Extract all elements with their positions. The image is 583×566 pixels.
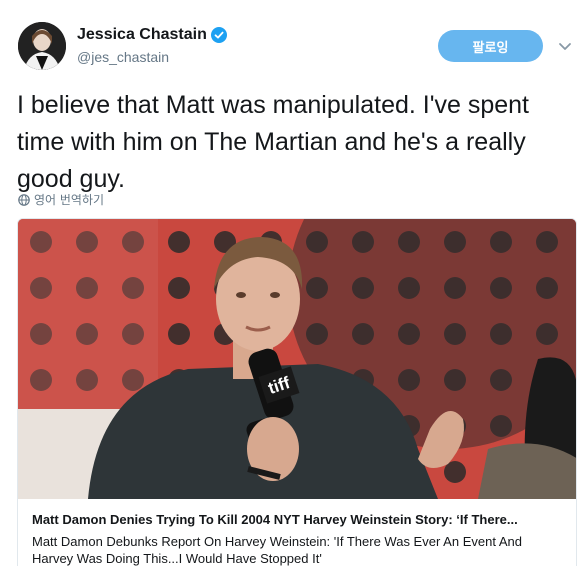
card-body[interactable]: Matt Damon Denies Trying To Kill 2004 NY… xyxy=(18,499,576,566)
avatar[interactable] xyxy=(18,22,66,70)
globe-icon xyxy=(18,193,30,206)
display-name[interactable]: Jessica Chastain xyxy=(77,24,207,46)
user-handle[interactable]: @jes_chastain xyxy=(77,49,169,65)
translate-tweet-link[interactable]: 영어 번역하기 xyxy=(18,191,104,208)
card-title[interactable]: Matt Damon Denies Trying To Kill 2004 NY… xyxy=(32,511,564,529)
following-button[interactable]: 팔로잉 xyxy=(438,30,543,62)
verified-badge-icon xyxy=(210,27,227,43)
author-name-row[interactable]: Jessica Chastain xyxy=(77,24,227,46)
card-image: tiff xyxy=(18,219,576,499)
card-description: Matt Damon Debunks Report On Harvey Wein… xyxy=(32,534,522,566)
tweet-text: I believe that Matt was manipulated. I'v… xyxy=(17,91,529,193)
translate-label: 영어 번역하기 xyxy=(34,193,105,207)
chevron-down-icon[interactable] xyxy=(557,40,573,54)
link-card[interactable]: tiff Matt Damon Denies Trying To Kill 20… xyxy=(17,218,577,566)
